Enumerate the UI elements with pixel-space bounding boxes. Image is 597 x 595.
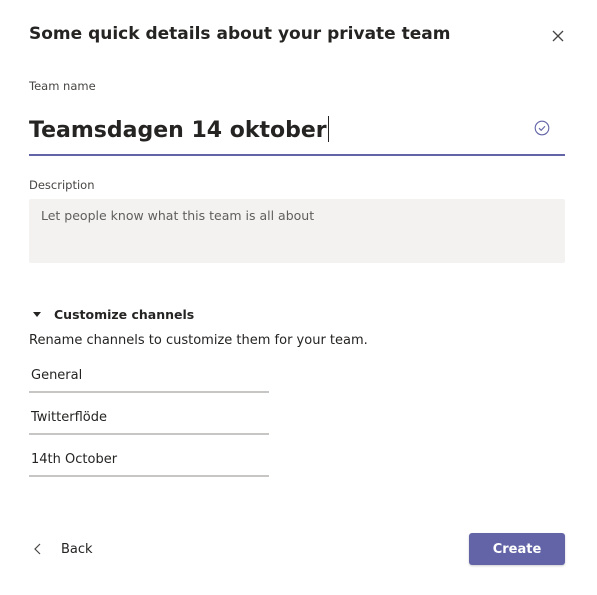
channel-input-general[interactable]: General: [29, 363, 269, 393]
chevron-left-icon: [34, 543, 41, 555]
customize-channels-label: Customize channels: [54, 306, 195, 322]
channel-input-twitterflode[interactable]: Twitterflöde: [29, 405, 269, 435]
channel-name: Twitterflöde: [31, 410, 107, 425]
create-team-dialog: Some quick details about your private te…: [0, 0, 597, 595]
team-name-label: Team name: [29, 79, 96, 93]
description-field[interactable]: Let people know what this team is all ab…: [29, 199, 565, 263]
description-placeholder: Let people know what this team is all ab…: [41, 208, 315, 223]
close-icon: [552, 30, 564, 42]
caret-down-icon: [33, 311, 41, 317]
description-label: Description: [29, 178, 95, 192]
team-name-field[interactable]: Teamsdagen 14 oktober: [29, 104, 565, 156]
rename-channels-hint: Rename channels to customize them for yo…: [29, 333, 368, 348]
team-name-input[interactable]: Teamsdagen 14 oktober: [29, 116, 329, 143]
channel-input-14th-october[interactable]: 14th October: [29, 447, 269, 477]
close-button[interactable]: [549, 27, 567, 45]
text-cursor: [327, 116, 329, 142]
check-circle-icon: [534, 120, 550, 136]
dialog-title: Some quick details about your private te…: [29, 24, 451, 44]
create-button[interactable]: Create: [469, 533, 565, 565]
team-name-value: Teamsdagen 14 oktober: [29, 118, 327, 143]
back-label: Back: [61, 541, 93, 557]
customize-channels-toggle[interactable]: Customize channels: [33, 305, 194, 323]
back-button[interactable]: Back: [33, 539, 93, 559]
channel-name: 14th October: [31, 452, 118, 467]
channel-name: General: [31, 368, 83, 383]
